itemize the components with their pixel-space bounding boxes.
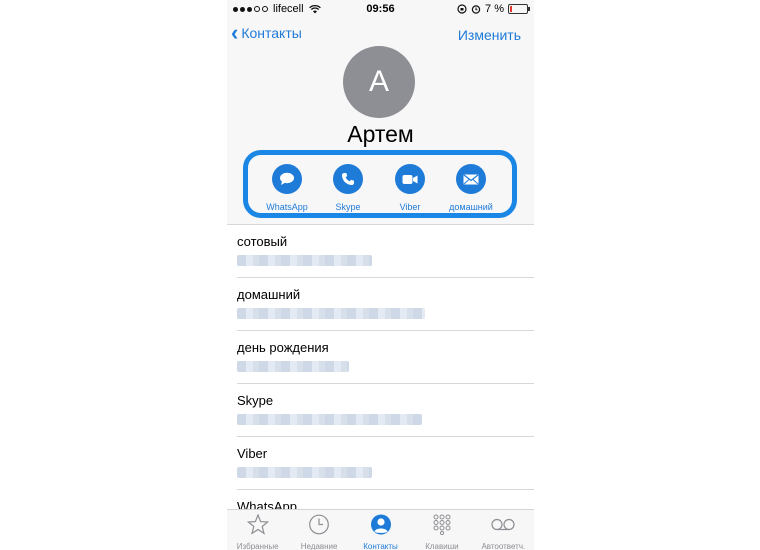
- tab-label: Клавиши: [425, 542, 459, 550]
- status-right: 7 %: [457, 3, 530, 15]
- voicemail-icon: [491, 518, 515, 531]
- tab-keypad[interactable]: Клавиши: [411, 510, 472, 550]
- tab-bar: Избранные Недавние Контакты Клавиши Авто…: [227, 509, 534, 550]
- viber-action-button[interactable]: Viber: [384, 164, 436, 212]
- field-row[interactable]: сотовый: [237, 225, 534, 278]
- chevron-left-icon: ‹: [231, 20, 239, 45]
- edit-button[interactable]: Изменить: [458, 27, 521, 43]
- status-bar: lifecell 09:56 7 %: [227, 0, 534, 18]
- action-label: Skype: [335, 202, 361, 212]
- field-label: Viber: [237, 446, 268, 461]
- field-row[interactable]: домашний: [237, 278, 534, 331]
- whatsapp-action-button[interactable]: WhatsApp: [261, 164, 313, 212]
- person-icon: [370, 514, 391, 535]
- field-row[interactable]: Viber: [237, 437, 534, 490]
- mail-icon: [456, 164, 486, 194]
- message-icon: [272, 164, 302, 194]
- field-row[interactable]: Skype: [237, 384, 534, 437]
- action-label: WhatsApp: [266, 202, 308, 212]
- back-label: Контакты: [241, 25, 302, 41]
- avatar: А: [343, 46, 415, 118]
- phone-icon: [333, 164, 363, 194]
- redacted-value: [237, 467, 372, 478]
- tab-contacts[interactable]: Контакты: [350, 510, 411, 550]
- contact-screen: lifecell 09:56 7 % ‹ Контакты Изменить А: [227, 0, 534, 550]
- tab-label: Недавние: [300, 542, 338, 550]
- battery-icon: [508, 4, 530, 14]
- video-icon: [395, 164, 425, 194]
- field-label: домашний: [237, 287, 301, 302]
- contact-name: Артем: [347, 121, 414, 147]
- redacted-value: [237, 361, 349, 372]
- alarm-icon: [471, 5, 481, 14]
- tab-voicemail[interactable]: Автоответч.: [473, 510, 534, 550]
- contact-fields: сотовый домашний день рождения Skype Vib…: [227, 225, 534, 542]
- star-icon: [246, 513, 269, 535]
- field-row[interactable]: день рождения: [237, 331, 534, 384]
- battery-percent: 7 %: [485, 3, 504, 15]
- keypad-icon: [433, 514, 451, 536]
- orientation-lock-icon: [457, 4, 467, 14]
- tab-label: Автоответч.: [481, 542, 526, 550]
- action-label: домашний: [449, 202, 493, 212]
- redacted-value: [237, 414, 422, 425]
- tab-recents[interactable]: Недавние: [288, 510, 349, 550]
- tab-favorites[interactable]: Избранные: [227, 510, 288, 550]
- redacted-value: [237, 255, 372, 266]
- action-label: Viber: [399, 202, 421, 212]
- clock-icon: [309, 514, 330, 535]
- redacted-value: [237, 308, 425, 319]
- field-label: Skype: [237, 393, 274, 408]
- tab-label: Контакты: [363, 542, 398, 550]
- field-label: день рождения: [237, 340, 329, 355]
- field-label: сотовый: [237, 234, 288, 249]
- mail-action-button[interactable]: домашний: [445, 164, 497, 212]
- skype-action-button[interactable]: Skype: [322, 164, 374, 212]
- tab-label: Избранные: [236, 542, 279, 550]
- back-button[interactable]: ‹ Контакты: [231, 20, 302, 45]
